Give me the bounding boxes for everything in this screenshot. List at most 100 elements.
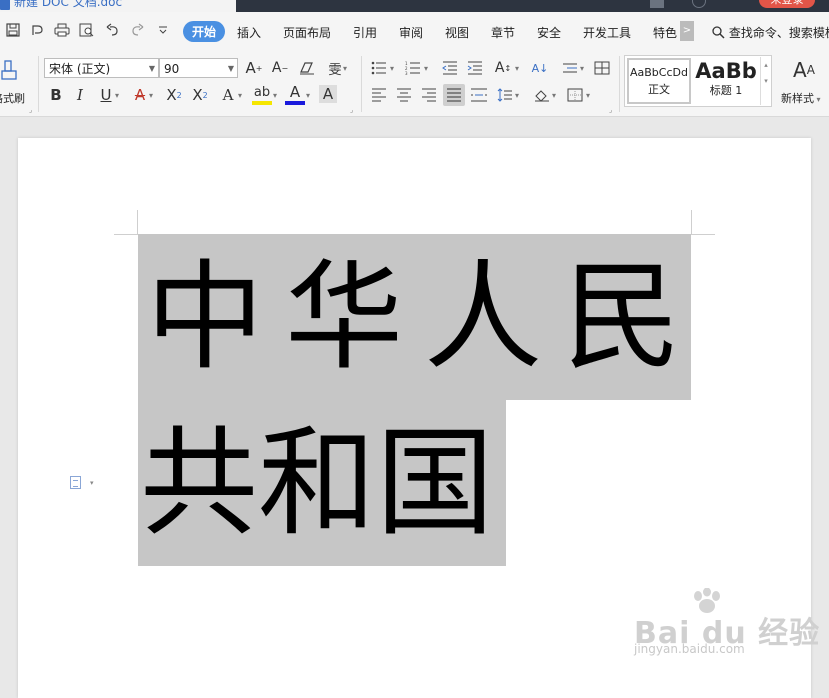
font-size-select[interactable]: 90 ▼ bbox=[159, 58, 238, 78]
document-page[interactable]: 中华人民 共和国 Bai du 经验 jingyan.baidu.com bbox=[18, 138, 819, 698]
chevron-down-icon[interactable]: ▾ bbox=[552, 91, 556, 100]
chevron-down-icon[interactable]: ▾ bbox=[586, 91, 590, 100]
style-name: 正文 bbox=[648, 83, 670, 96]
bullet-list-icon[interactable] bbox=[369, 58, 389, 78]
clipboard-dialog-launcher[interactable]: ⌟ bbox=[29, 106, 32, 114]
superscript-icon[interactable]: X2 bbox=[164, 85, 184, 105]
font-color-icon[interactable]: A bbox=[285, 83, 305, 105]
style-gallery-scroll[interactable]: ▴ ▾ bbox=[760, 57, 771, 105]
subscript-icon[interactable]: X2 bbox=[190, 85, 210, 105]
line-spacing-icon[interactable] bbox=[560, 58, 580, 78]
chevron-down-icon[interactable]: ▾ bbox=[238, 91, 242, 100]
chevron-down-icon[interactable]: ▾ bbox=[390, 64, 394, 73]
more-tabs-button[interactable]: > bbox=[680, 21, 694, 41]
phonetic-guide-icon[interactable]: 雯 bbox=[325, 58, 345, 78]
increase-indent-icon[interactable] bbox=[465, 58, 485, 78]
crop-mark bbox=[137, 210, 138, 234]
style-heading-1[interactable]: AaBb 标题 1 bbox=[693, 58, 759, 104]
align-center-icon[interactable] bbox=[394, 85, 414, 105]
print-icon[interactable] bbox=[53, 21, 71, 39]
chevron-down-icon[interactable]: ▾ bbox=[306, 91, 310, 100]
borders-icon[interactable] bbox=[565, 85, 585, 105]
format-painter-label[interactable]: 格式刷 bbox=[0, 90, 25, 106]
document-text-line-1[interactable]: 中华人民 bbox=[146, 234, 702, 400]
redo-icon[interactable] bbox=[128, 21, 146, 39]
decrease-indent-icon[interactable] bbox=[440, 58, 460, 78]
text-direction-icon[interactable]: A ↕ bbox=[493, 58, 513, 78]
print-preview-icon[interactable] bbox=[78, 21, 96, 39]
chevron-down-icon[interactable]: ▾ bbox=[343, 64, 347, 73]
chevron-down-icon[interactable]: ▾ bbox=[273, 91, 277, 100]
underline-icon[interactable]: U bbox=[96, 85, 116, 105]
increase-font-size-icon[interactable]: A + bbox=[244, 58, 264, 78]
font-dialog-launcher[interactable]: ⌟ bbox=[350, 106, 353, 114]
numbered-list-icon[interactable]: 123 bbox=[403, 58, 423, 78]
format-painter-icon[interactable] bbox=[0, 58, 22, 82]
clear-formatting-icon[interactable] bbox=[297, 58, 317, 78]
chevron-down-icon[interactable]: ▾ bbox=[115, 91, 119, 100]
command-search-label: 查找命令、搜索模板 bbox=[728, 26, 829, 40]
tab-chapter[interactable]: 章节 bbox=[491, 24, 515, 41]
tab-strip bbox=[236, 0, 829, 12]
align-left-icon[interactable] bbox=[369, 85, 389, 105]
divider bbox=[38, 56, 39, 112]
ribbon-home: 格式刷 ⌟ 宋体 (正文) ▼ 90 ▼ A+ A− 雯 ▾ B I U ▾ A… bbox=[0, 50, 829, 117]
tab-page-layout[interactable]: 页面布局 bbox=[283, 24, 331, 41]
tab-home[interactable]: 开始 bbox=[183, 21, 226, 42]
document-tab-title[interactable]: 新建 DOC 文档.doc bbox=[14, 0, 122, 10]
chevron-down-icon[interactable]: ▾ bbox=[515, 91, 519, 100]
chevron-down-icon: ▾ bbox=[814, 95, 821, 104]
title-bar: 新建 DOC 文档.doc 未登录 bbox=[0, 0, 829, 12]
new-style-button[interactable]: 新样式 ▾ bbox=[781, 90, 821, 106]
font-name-value: 宋体 (正文) bbox=[49, 62, 111, 76]
strikethrough-icon[interactable]: A bbox=[130, 85, 150, 105]
watermark-url: jingyan.baidu.com bbox=[634, 642, 745, 656]
paragraph-spacing-icon[interactable] bbox=[495, 85, 515, 105]
align-right-icon[interactable] bbox=[419, 85, 439, 105]
character-shading-icon[interactable]: A bbox=[319, 85, 337, 103]
table-insert-icon[interactable] bbox=[592, 58, 612, 78]
tab-features[interactable]: 特色 bbox=[653, 24, 677, 41]
document-icon bbox=[0, 0, 10, 10]
style-normal[interactable]: AaBbCcDd 正文 bbox=[627, 58, 691, 104]
highlight-icon[interactable]: ab bbox=[252, 83, 272, 105]
style-sample: AaBbCcDd bbox=[630, 66, 688, 79]
shading-icon[interactable] bbox=[532, 85, 552, 105]
style-name: 标题 1 bbox=[709, 84, 743, 97]
chevron-down-icon[interactable]: ▾ bbox=[424, 64, 428, 73]
menu-bar: 开始 插入 页面布局 引用 审阅 视图 章节 安全 开发工具 特色 > 查找命令… bbox=[0, 12, 829, 50]
chevron-down-icon[interactable]: ▾ bbox=[90, 479, 94, 487]
tab-developer[interactable]: 开发工具 bbox=[583, 24, 631, 41]
text-effects-icon[interactable]: A bbox=[218, 85, 238, 105]
crop-mark bbox=[114, 234, 138, 235]
paragraph-layout-icon[interactable] bbox=[70, 476, 81, 489]
save-icon[interactable] bbox=[4, 21, 22, 39]
tab-insert[interactable]: 插入 bbox=[237, 24, 261, 41]
customize-toolbar-icon[interactable] bbox=[154, 21, 172, 39]
login-button[interactable]: 未登录 bbox=[759, 0, 815, 8]
font-name-select[interactable]: 宋体 (正文) ▼ bbox=[44, 58, 159, 78]
justify-icon[interactable] bbox=[443, 84, 465, 106]
export-icon[interactable] bbox=[28, 21, 46, 39]
window-layout-icon[interactable] bbox=[650, 0, 664, 8]
chevron-down-icon[interactable]: ▾ bbox=[149, 91, 153, 100]
tab-review[interactable]: 审阅 bbox=[399, 24, 423, 41]
sort-icon[interactable]: A↓ bbox=[530, 58, 550, 78]
chevron-down-icon[interactable]: ▾ bbox=[580, 64, 584, 73]
divider bbox=[361, 56, 362, 112]
chevron-down-icon[interactable]: ▾ bbox=[515, 64, 519, 73]
bold-icon[interactable]: B bbox=[46, 85, 66, 105]
tab-view[interactable]: 视图 bbox=[445, 24, 469, 41]
decrease-font-size-icon[interactable]: A − bbox=[270, 58, 290, 78]
italic-icon[interactable]: I bbox=[70, 85, 90, 105]
font-size-value: 90 bbox=[164, 62, 180, 76]
svg-text:3: 3 bbox=[405, 71, 408, 75]
distributed-icon[interactable] bbox=[469, 85, 489, 105]
undo-icon[interactable] bbox=[104, 21, 122, 39]
command-search[interactable]: 查找命令、搜索模板 bbox=[712, 24, 829, 41]
document-text-line-2[interactable]: 共和国 bbox=[140, 400, 494, 566]
new-style-icon[interactable]: AA bbox=[790, 58, 818, 82]
tab-security[interactable]: 安全 bbox=[537, 24, 561, 41]
paragraph-dialog-launcher[interactable]: ⌟ bbox=[609, 106, 612, 114]
tab-references[interactable]: 引用 bbox=[353, 24, 377, 41]
